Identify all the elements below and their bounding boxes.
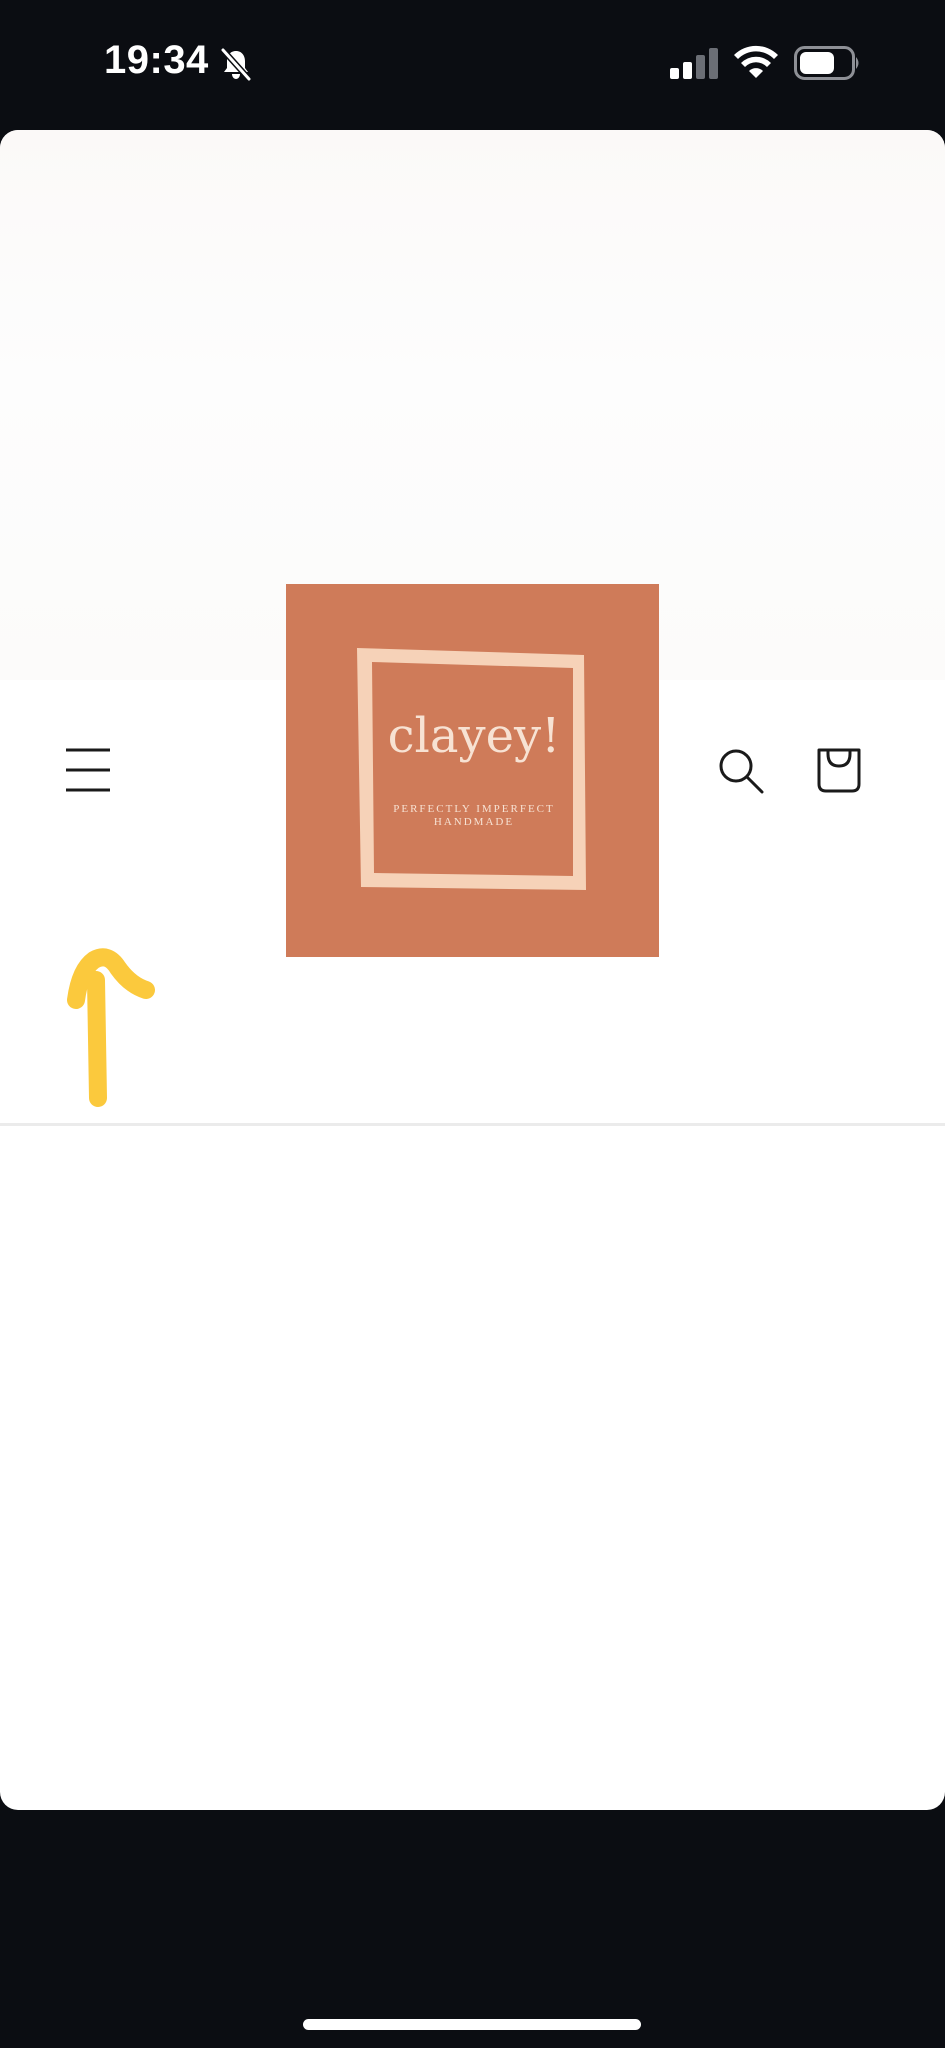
annotation-arrow-icon bbox=[67, 948, 155, 1107]
shopping-bag-icon[interactable] bbox=[814, 740, 864, 794]
logo-tagline-line1: PERFECTLY IMPERFECT bbox=[393, 803, 554, 815]
home-indicator bbox=[303, 2019, 641, 2030]
status-bar: 19:34 bbox=[0, 0, 945, 128]
site-logo[interactable]: clayey! PERFECTLY IMPERFECT HANDMADE bbox=[286, 584, 659, 957]
status-time: 19:34 bbox=[104, 38, 209, 82]
phone-screen: 19:34 clayey! PERFECTLY IMPERFECT HANDMA… bbox=[0, 0, 945, 2048]
logo-frame: clayey! PERFECTLY IMPERFECT HANDMADE bbox=[357, 648, 586, 890]
wifi-icon bbox=[734, 45, 778, 78]
hamburger-menu-icon[interactable] bbox=[60, 742, 116, 798]
logo-tagline-line2: HANDMADE bbox=[434, 816, 514, 828]
signal-icon bbox=[670, 48, 718, 79]
battery-icon bbox=[794, 46, 859, 80]
logo-name: clayey! bbox=[388, 708, 561, 764]
search-icon[interactable] bbox=[716, 746, 766, 796]
bell-off-icon bbox=[220, 47, 252, 82]
